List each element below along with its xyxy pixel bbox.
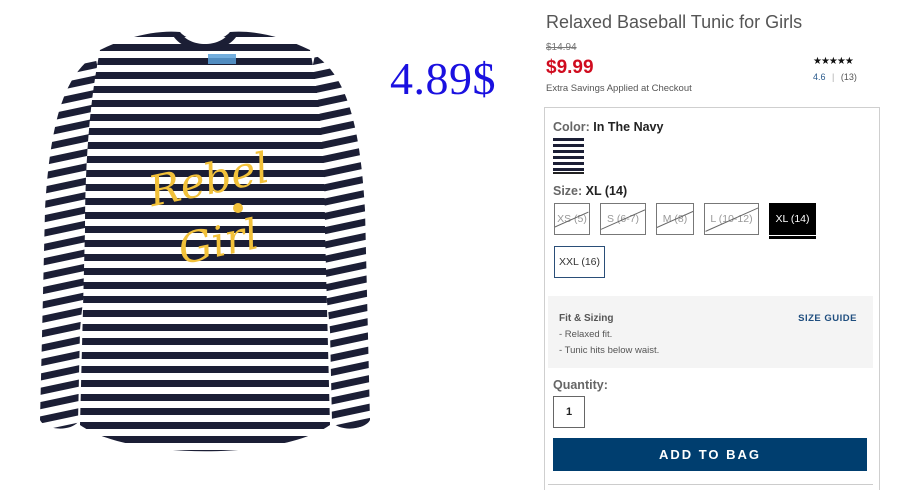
size-option-xxl[interactable]: XXL (16) — [554, 246, 605, 278]
review-count[interactable]: (13) — [841, 72, 857, 82]
fit-item: - Relaxed fit. — [559, 329, 613, 340]
color-value: In The Navy — [593, 120, 664, 134]
rating-separator: | — [832, 72, 835, 82]
add-to-bag-button[interactable]: ADD TO BAG — [553, 438, 867, 471]
promo-price-overlay: 4.89$ — [390, 53, 496, 104]
size-option-label: XS (5) — [557, 213, 587, 225]
size-option-m[interactable]: M (8) — [656, 203, 694, 235]
size-option-label: XL (14) — [775, 213, 810, 225]
product-image[interactable]: Rebel Girl — [40, 30, 370, 470]
color-label: Color: — [553, 120, 590, 134]
size-option-s[interactable]: S (6-7) — [600, 203, 646, 235]
color-label-line: Color: In The Navy — [553, 120, 663, 134]
quantity-input[interactable] — [553, 396, 585, 428]
size-label: Size: — [553, 184, 583, 198]
size-option-xl[interactable]: XL (14) — [769, 203, 816, 235]
rating-value: 4.6 — [813, 72, 826, 82]
selected-size-indicator — [769, 236, 816, 239]
size-option-l[interactable]: L (10-12) — [704, 203, 759, 235]
color-swatch-navy[interactable] — [553, 138, 584, 174]
size-option-label: L (10-12) — [710, 213, 753, 225]
rating-stars-icon: ★★★★★ — [813, 56, 854, 67]
fit-item: - Tunic hits below waist. — [559, 345, 660, 356]
fit-sizing-box: Fit & Sizing SIZE GUIDE - Relaxed fit. -… — [548, 296, 873, 368]
size-value: XL (14) — [585, 184, 628, 198]
size-option-label: S (6-7) — [606, 213, 640, 225]
size-option-label: M (8) — [662, 213, 688, 225]
original-price: $14.94 — [546, 42, 577, 53]
savings-note: Extra Savings Applied at Checkout — [546, 83, 692, 94]
divider — [548, 484, 873, 485]
size-label-line: Size: XL (14) — [553, 184, 627, 198]
rating[interactable]: ★★★★★ 4.6 | (13) — [813, 56, 873, 82]
size-option-xs[interactable]: XS (5) — [554, 203, 590, 235]
sale-price: $9.99 — [546, 57, 594, 78]
fit-sizing-title: Fit & Sizing — [559, 313, 614, 324]
quantity-label: Quantity: — [553, 378, 608, 392]
size-guide-link[interactable]: SIZE GUIDE — [798, 313, 857, 324]
product-title: Relaxed Baseball Tunic for Girls — [546, 12, 803, 32]
size-option-label: XXL (16) — [558, 256, 601, 268]
product-options-panel: Color: In The Navy Size: XL (14) XS (5) … — [544, 107, 880, 490]
